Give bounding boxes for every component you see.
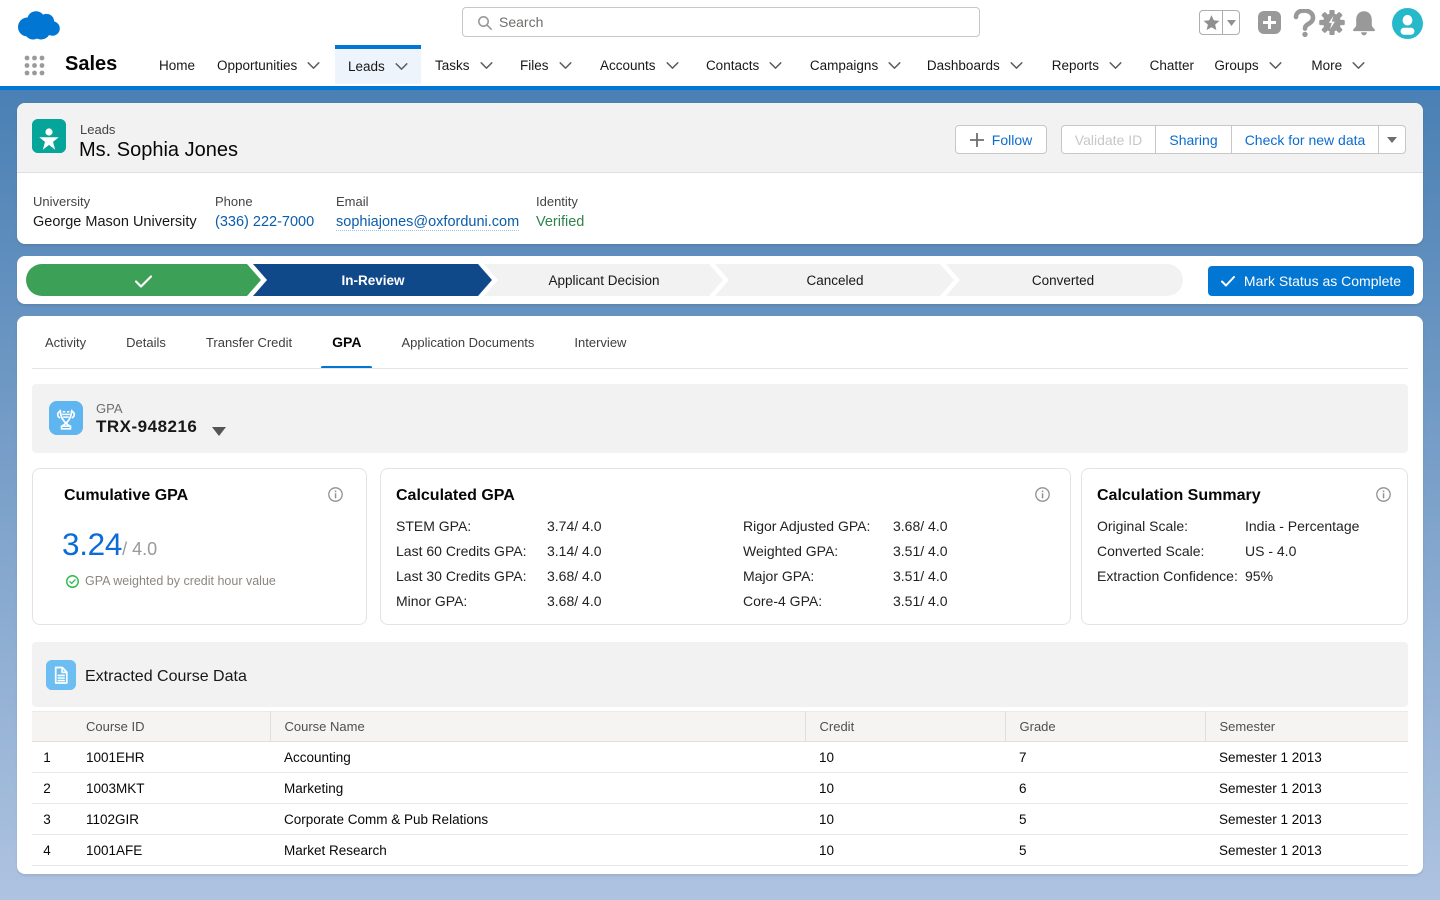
svg-text:Converted: Converted <box>1032 273 1094 288</box>
svg-text:Applicant Decision: Applicant Decision <box>548 273 659 288</box>
svg-text:Canceled: Canceled <box>806 273 863 288</box>
svg-text:In-Review: In-Review <box>341 273 405 288</box>
